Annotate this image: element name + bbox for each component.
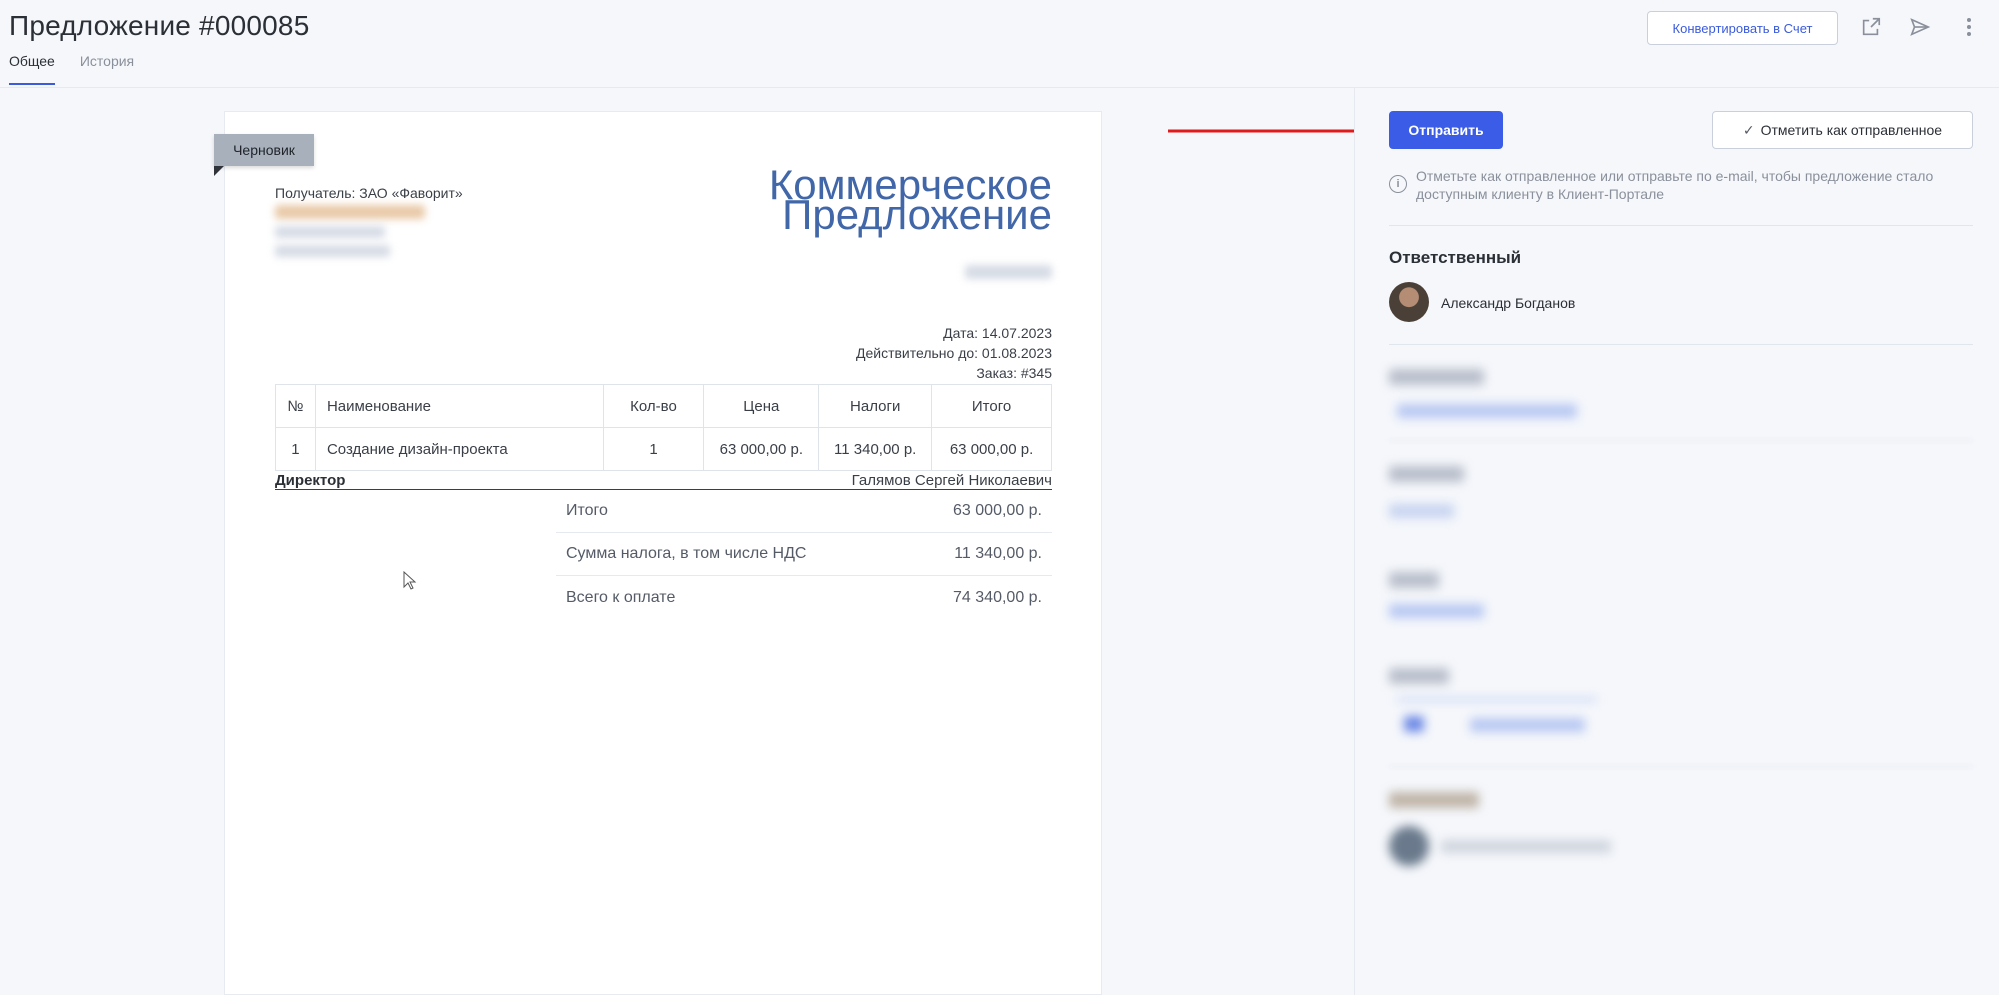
- send-button[interactable]: Отправить: [1389, 111, 1503, 149]
- document-date: Дата: 14.07.2023: [943, 325, 1052, 341]
- redacted-value: [1397, 404, 1577, 418]
- column-header: №: [275, 384, 316, 428]
- badge-fold: [214, 166, 224, 176]
- items-table: № Наименование Кол-во Цена Налоги Итого …: [275, 384, 1052, 471]
- column-header: Кол-во: [602, 384, 705, 428]
- avatar: [1389, 282, 1429, 322]
- external-link-icon[interactable]: [1858, 14, 1884, 40]
- column-header: Итого: [931, 384, 1052, 428]
- tab-general[interactable]: Общее: [9, 53, 55, 85]
- table-cell: Создание дизайн-проекта: [314, 427, 604, 471]
- info-icon: i: [1389, 175, 1407, 193]
- redacted-value: [1441, 840, 1611, 853]
- column-header: Налоги: [818, 384, 933, 428]
- totals-row: Сумма налога, в том числе НДС 11 340,00 …: [556, 533, 1052, 576]
- responsible-name[interactable]: Александр Богданов: [1441, 295, 1575, 311]
- totals-value: 74 340,00 р.: [953, 588, 1042, 606]
- signature-name: Галямов Сергей Николаевич: [849, 472, 1052, 489]
- signature-line: Директор Галямов Сергей Николаевич: [275, 472, 1052, 490]
- table-header-row: № Наименование Кол-во Цена Налоги Итого: [275, 384, 1052, 428]
- mark-as-sent-button[interactable]: ✓ Отметить как отправленное: [1712, 111, 1973, 149]
- table-cell: 63 000,00 р.: [703, 427, 820, 471]
- totals-block: Итого 63 000,00 р. Сумма налога, в том ч…: [556, 490, 1052, 619]
- recipient-label: Получатель: ЗАО «Фаворит»: [275, 185, 463, 201]
- redacted-value: [1397, 698, 1597, 701]
- column-header: Наименование: [314, 384, 604, 428]
- more-vertical-icon[interactable]: [1956, 14, 1982, 40]
- redacted-label: [1389, 572, 1439, 588]
- column-header: Цена: [703, 384, 820, 428]
- redacted-value: [1389, 604, 1484, 618]
- send-icon[interactable]: [1907, 14, 1933, 40]
- table-row: 1 Создание дизайн-проекта 1 63 000,00 р.…: [275, 427, 1052, 471]
- totals-row: Всего к оплате 74 340,00 р.: [556, 576, 1052, 619]
- tab-bar: Общее История: [9, 53, 134, 85]
- totals-value: 11 340,00 р.: [954, 545, 1042, 562]
- info-hint: i Отметьте как отправленное или отправьт…: [1389, 167, 1973, 203]
- divider: [1389, 766, 1973, 767]
- table-cell: 11 340,00 р.: [818, 427, 933, 471]
- status-badge: Черновик: [214, 134, 314, 166]
- blurred-company-line: [965, 265, 1052, 279]
- totals-label: Итого: [566, 502, 608, 519]
- document-title: Коммерческое Предложение: [692, 164, 1052, 238]
- totals-row: Итого 63 000,00 р.: [556, 490, 1052, 533]
- redacted-label: [1389, 369, 1484, 385]
- signature-role: Директор: [275, 472, 348, 489]
- blurred-recipient-line: [275, 226, 385, 238]
- redacted-label: [1389, 792, 1479, 808]
- document-meta: Дата: 14.07.2023 Действительно до: 01.08…: [760, 323, 1052, 383]
- divider: [1389, 440, 1973, 441]
- redacted-value: [1389, 504, 1454, 518]
- check-icon: ✓: [1742, 121, 1755, 138]
- convert-to-invoice-button[interactable]: Конвертировать в Счет: [1647, 11, 1838, 45]
- blurred-recipient-line: [275, 245, 390, 257]
- totals-value: 63 000,00 р.: [953, 502, 1042, 519]
- totals-label: Сумма налога, в том числе НДС: [566, 545, 807, 562]
- redacted-label: [1389, 466, 1464, 482]
- tab-history[interactable]: История: [80, 53, 134, 85]
- divider: [1389, 344, 1973, 345]
- mouse-cursor-icon: [403, 570, 417, 596]
- responsible-label: Ответственный: [1389, 248, 1522, 267]
- totals-label: Всего к оплате: [566, 588, 676, 606]
- redacted-value: [1470, 718, 1585, 732]
- table-cell: 63 000,00 р.: [931, 427, 1052, 471]
- document-order: Заказ: #345: [976, 365, 1052, 381]
- mark-as-sent-label: Отметить как отправленное: [1760, 122, 1943, 138]
- page-header: Предложение #000085 Общее История Конвер…: [0, 0, 1999, 88]
- table-cell: 1: [602, 427, 705, 471]
- blurred-recipient-line: [275, 205, 425, 219]
- redacted-label: [1389, 668, 1449, 684]
- table-cell: 1: [275, 427, 316, 471]
- info-text: Отметьте как отправленное или отправьте …: [1416, 168, 1934, 202]
- document-valid-until: Действительно до: 01.08.2023: [855, 345, 1052, 361]
- divider: [1389, 225, 1973, 226]
- document-title-line: Предложение: [782, 191, 1052, 238]
- redacted-avatar: [1389, 826, 1429, 866]
- page-title: Предложение #000085: [9, 10, 310, 41]
- redacted-value: [1404, 716, 1424, 732]
